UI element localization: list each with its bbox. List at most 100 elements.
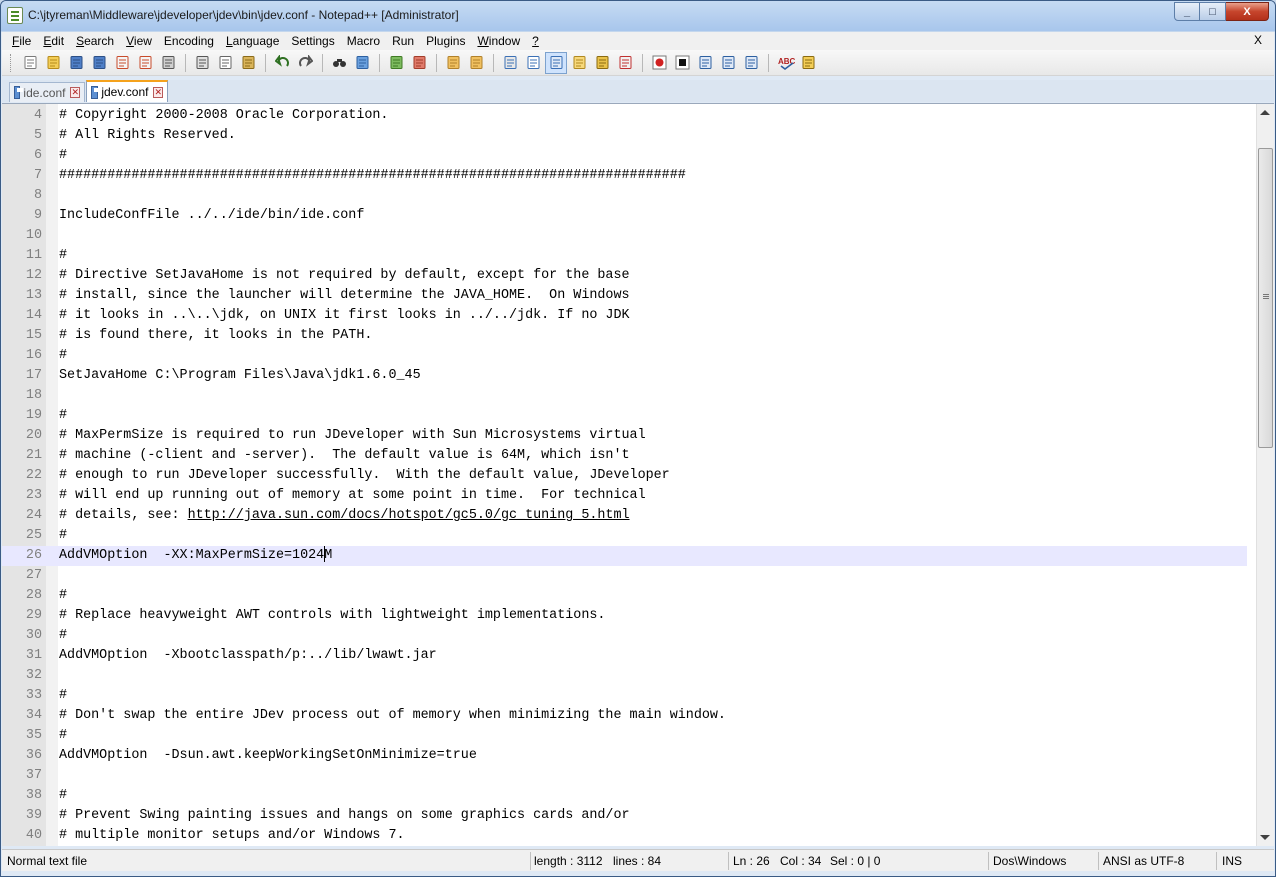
- save-all-button[interactable]: [88, 52, 110, 74]
- code-line[interactable]: 13 # install, since the launcher will det…: [2, 286, 1247, 306]
- print-button[interactable]: [157, 52, 179, 74]
- title-bar[interactable]: C:\jtyreman\Middleware\jdeveloper\jdev\b…: [1, 1, 1275, 31]
- tab-ide-conf[interactable]: ide.conf ✕: [9, 82, 85, 102]
- code-line[interactable]: 29 # Replace heavyweight AWT controls wit…: [2, 606, 1247, 626]
- code-line[interactable]: 24 # details, see: http://java.sun.com/do…: [2, 506, 1247, 526]
- spell-options-icon: [801, 55, 816, 70]
- tab-close-icon[interactable]: ✕: [153, 86, 163, 98]
- code-line[interactable]: 5 # All Rights Reserved.: [2, 126, 1247, 146]
- menu-run[interactable]: Run: [386, 34, 420, 48]
- code-line[interactable]: 18: [2, 386, 1247, 406]
- function-list-button[interactable]: [614, 52, 636, 74]
- code-line[interactable]: 19 #: [2, 406, 1247, 426]
- code-line[interactable]: 32: [2, 666, 1247, 686]
- tab-jdev-conf[interactable]: jdev.conf ✕: [86, 80, 168, 102]
- notepadpp-app-icon[interactable]: [7, 7, 23, 24]
- minimize-button[interactable]: _: [1174, 2, 1200, 21]
- menu-settings[interactable]: Settings: [285, 34, 340, 48]
- code-line[interactable]: 6 #: [2, 146, 1247, 166]
- sync-vertical-button[interactable]: [442, 52, 464, 74]
- code-line[interactable]: 15 # is found there, it looks in the PATH…: [2, 326, 1247, 346]
- new-file-button[interactable]: [19, 52, 41, 74]
- doc-map-button[interactable]: [591, 52, 613, 74]
- tab-close-icon[interactable]: ✕: [70, 87, 80, 98]
- menu-encoding[interactable]: Encoding: [158, 34, 220, 48]
- record-macro-button[interactable]: [648, 52, 670, 74]
- word-wrap-button[interactable]: [499, 52, 521, 74]
- undo-button[interactable]: [271, 52, 293, 74]
- replace-button[interactable]: [351, 52, 373, 74]
- code-line[interactable]: 12 # Directive SetJavaHome is not require…: [2, 266, 1247, 286]
- code-line[interactable]: 39 # Prevent Swing painting issues and ha…: [2, 806, 1247, 826]
- save-button[interactable]: [65, 52, 87, 74]
- code-line[interactable]: 4 # Copyright 2000-2008 Oracle Corporatio…: [2, 106, 1247, 126]
- show-all-chars-button[interactable]: [522, 52, 544, 74]
- zoom-out-button[interactable]: [408, 52, 430, 74]
- cut-button[interactable]: [191, 52, 213, 74]
- code-line[interactable]: 17 SetJavaHome C:\Program Files\Java\jdk1…: [2, 366, 1247, 386]
- code-line[interactable]: 26 AddVMOption -XX:MaxPermSize=1024M: [2, 546, 1247, 566]
- menu-view[interactable]: View: [120, 34, 158, 48]
- open-file-button[interactable]: [42, 52, 64, 74]
- scrollbar-thumb[interactable]: [1258, 148, 1273, 448]
- vertical-scrollbar[interactable]: [1256, 104, 1274, 846]
- scroll-up-icon[interactable]: [1260, 110, 1270, 115]
- indent-guide-button[interactable]: [545, 51, 567, 74]
- text-editor[interactable]: 4 # Copyright 2000-2008 Oracle Corporatio…: [2, 103, 1274, 846]
- redo-button[interactable]: [294, 52, 316, 74]
- menu-macro[interactable]: Macro: [341, 34, 386, 48]
- code-line[interactable]: 7 #######################################…: [2, 166, 1247, 186]
- close-all-button[interactable]: [134, 52, 156, 74]
- code-line[interactable]: 40 # multiple monitor setups and/or Windo…: [2, 826, 1247, 846]
- find-button[interactable]: [328, 52, 350, 74]
- code-line[interactable]: 33 #: [2, 686, 1247, 706]
- scroll-down-icon[interactable]: [1260, 835, 1270, 840]
- code-line[interactable]: 14 # it looks in ..\..\jdk, on UNIX it fi…: [2, 306, 1247, 326]
- run-macro-multiple-button[interactable]: [717, 52, 739, 74]
- spell-check-button[interactable]: ABC: [774, 52, 796, 74]
- close-document-button[interactable]: X: [1254, 33, 1262, 47]
- code-line[interactable]: 28 #: [2, 586, 1247, 606]
- save-macro-button[interactable]: [740, 52, 762, 74]
- code-line[interactable]: 36 AddVMOption -Dsun.awt.keepWorkingSetOn…: [2, 746, 1247, 766]
- spell-options-button[interactable]: [797, 52, 819, 74]
- paste-button[interactable]: [237, 52, 259, 74]
- menu-edit[interactable]: Edit: [37, 34, 70, 48]
- menu-help[interactable]: ?: [526, 34, 545, 48]
- code-line[interactable]: 30 #: [2, 626, 1247, 646]
- menu-language[interactable]: Language: [220, 34, 285, 48]
- code-line[interactable]: 16 #: [2, 346, 1247, 366]
- code-line[interactable]: 21 # machine (-client and -server). The d…: [2, 446, 1247, 466]
- code-line[interactable]: 20 # MaxPermSize is required to run JDeve…: [2, 426, 1247, 446]
- user-lang-button[interactable]: [568, 52, 590, 74]
- menu-search[interactable]: Search: [70, 34, 120, 48]
- code-line[interactable]: 31 AddVMOption -Xbootclasspath/p:../lib/l…: [2, 646, 1247, 666]
- code-line[interactable]: 25 #: [2, 526, 1247, 546]
- code-line[interactable]: 35 #: [2, 726, 1247, 746]
- close-window-button[interactable]: X: [1226, 2, 1269, 21]
- code-line[interactable]: 8: [2, 186, 1247, 206]
- menu-file[interactable]: File: [6, 34, 37, 48]
- sync-horizontal-button[interactable]: [465, 52, 487, 74]
- status-bar: Normal text file length : 3112 lines : 8…: [2, 849, 1274, 871]
- code-line[interactable]: 37: [2, 766, 1247, 786]
- line-text: AddVMOption -Xbootclasspath/p:../lib/lwa…: [59, 648, 437, 663]
- code-line[interactable]: 27: [2, 566, 1247, 586]
- code-line[interactable]: 9 IncludeConfFile ../../ide/bin/ide.conf: [2, 206, 1247, 226]
- hyperlink[interactable]: http://java.sun.com/docs/hotspot/gc5.0/g…: [188, 508, 630, 523]
- close-button[interactable]: [111, 52, 133, 74]
- code-line[interactable]: 34 # Don't swap the entire JDev process o…: [2, 706, 1247, 726]
- code-line[interactable]: 23 # will end up running out of memory at…: [2, 486, 1247, 506]
- code-line[interactable]: 38 #: [2, 786, 1247, 806]
- menu-window[interactable]: Window: [471, 34, 526, 48]
- play-macro-button[interactable]: [694, 52, 716, 74]
- zoom-in-button[interactable]: [385, 52, 407, 74]
- toolbar-grip[interactable]: [10, 53, 13, 72]
- stop-macro-button[interactable]: [671, 52, 693, 74]
- copy-button[interactable]: [214, 52, 236, 74]
- menu-plugins[interactable]: Plugins: [420, 34, 471, 48]
- maximize-button[interactable]: □: [1200, 2, 1226, 21]
- code-line[interactable]: 10: [2, 226, 1247, 246]
- code-line[interactable]: 22 # enough to run JDeveloper successfull…: [2, 466, 1247, 486]
- code-line[interactable]: 11 #: [2, 246, 1247, 266]
